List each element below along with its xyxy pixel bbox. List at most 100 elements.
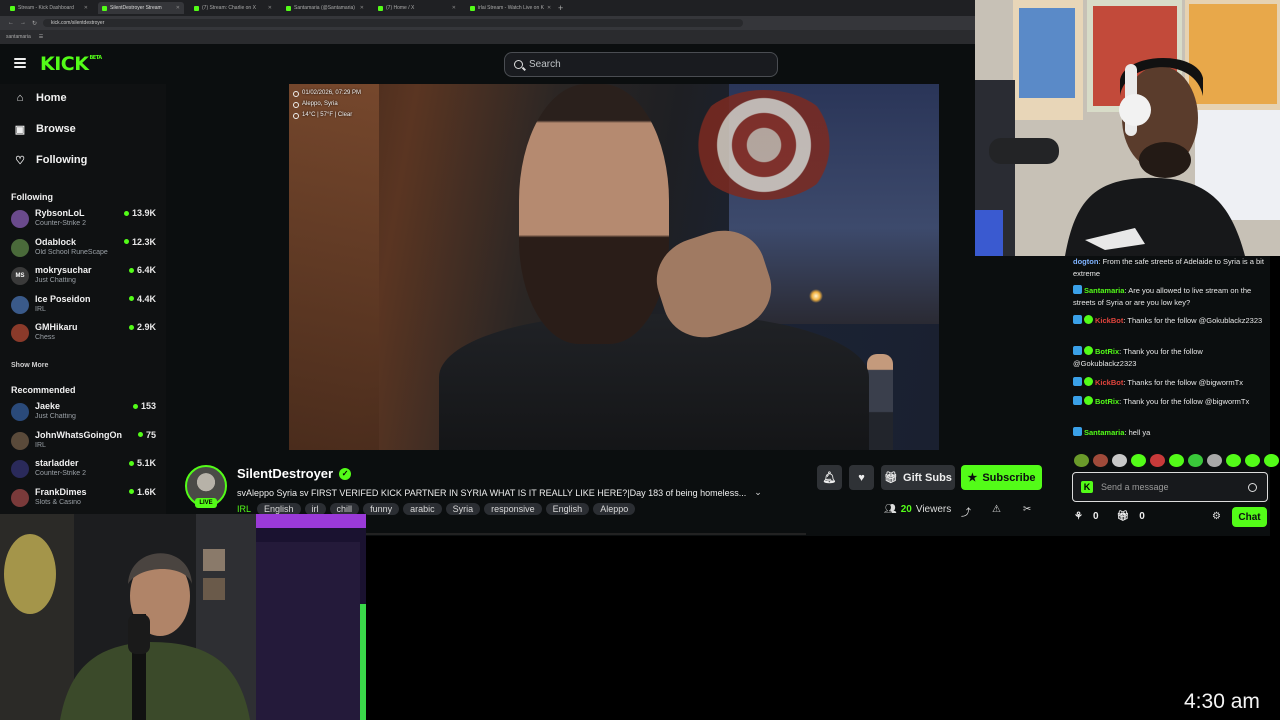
chat-username[interactable]: Santamaria <box>1084 428 1124 437</box>
chat-username[interactable]: BotRix <box>1095 397 1119 406</box>
url-field[interactable]: kick.com/silentdestroyer <box>43 19 744 27</box>
browser-tab[interactable]: Santamaria (@Santamaria) ✕ <box>282 2 368 14</box>
kick-logo[interactable]: KICKBETA <box>40 53 102 75</box>
follow-heart-button[interactable]: ♥ <box>849 465 874 490</box>
stream-tag[interactable]: funny <box>363 503 400 515</box>
new-tab-icon[interactable]: + <box>558 3 563 13</box>
bookmarks-menu-icon[interactable]: ☰ <box>39 34 43 40</box>
sidebar-nav-browse[interactable]: ▣ Browse <box>14 123 76 136</box>
webcam-overlay-right <box>975 0 1280 256</box>
browser-tab[interactable]: Stream - Kick Dashboard ✕ <box>6 2 92 14</box>
chevron-down-icon[interactable]: ⌄ <box>754 487 762 498</box>
search-input[interactable] <box>529 59 759 70</box>
chat-message: dogton: From the safe streets of Adelaid… <box>1073 256 1265 280</box>
forward-icon[interactable]: → <box>20 20 26 26</box>
emote-icon[interactable] <box>1150 454 1165 467</box>
category-link[interactable]: IRL <box>237 504 251 514</box>
stream-tag[interactable]: Syria <box>445 503 481 515</box>
share-icon[interactable]: ⤴ <box>961 504 971 519</box>
close-icon[interactable]: ✕ <box>268 5 272 11</box>
emote-icon[interactable] <box>1245 454 1260 467</box>
gift-subs-button[interactable]: 🎁︎ Gift Subs <box>881 465 955 490</box>
points-icon[interactable]: ⚘ <box>1074 511 1083 522</box>
chat-message-input[interactable] <box>1101 482 1241 492</box>
back-icon[interactable]: ← <box>8 20 14 26</box>
sidebar-nav-following[interactable]: ♡ Following <box>14 154 87 167</box>
emote-icon[interactable] <box>1264 454 1279 467</box>
sidebar-channel[interactable]: RybsonLoL Counter-Strike 2 13.9K <box>11 205 159 231</box>
channel-name: FrankDimes <box>35 486 87 497</box>
chat-text: Thank you for the follow @bigwormTx <box>1123 397 1250 406</box>
subscribe-button[interactable]: ★ Subscribe <box>961 465 1042 490</box>
search-bar[interactable] <box>504 52 778 77</box>
close-icon[interactable]: ✕ <box>547 5 551 11</box>
chat-input-box[interactable]: K <box>1072 472 1268 502</box>
viewer-count-number: 20 <box>900 504 912 515</box>
stream-tag[interactable]: responsive <box>484 503 542 515</box>
stream-tag[interactable]: arabic <box>403 503 442 515</box>
tab-label: (7) Stream: Charlie on X <box>202 5 256 11</box>
browser-tab[interactable]: (7) Stream: Charlie on X ✕ <box>190 2 276 14</box>
chat-message: BotRix: Thank you for the follow @Gokubl… <box>1073 346 1265 370</box>
emoji-icon[interactable] <box>1248 483 1257 492</box>
chat-username[interactable]: Santamaria <box>1084 286 1124 295</box>
viewers-icon: 👥︎ <box>884 504 897 515</box>
following-section-title: Following <box>11 192 53 202</box>
chat-username[interactable]: KickBot <box>1095 378 1123 387</box>
emote-icon[interactable] <box>1093 454 1108 467</box>
sidebar-channel[interactable]: Odablock Old School RuneScape 12.3K <box>11 234 159 260</box>
location-icon <box>293 101 299 108</box>
sidebar-channel[interactable]: FrankDimes Slots & Casino 1.6K <box>11 484 159 510</box>
chat-username[interactable]: KickBot <box>1095 316 1123 325</box>
channel-name-text[interactable]: SilentDestroyer <box>237 466 333 481</box>
stream-tag[interactable]: English <box>545 503 590 515</box>
gear-icon[interactable]: ⚙ <box>1212 511 1221 522</box>
sidebar-channel[interactable]: starladder Counter-Strike 2 5.1K <box>11 455 159 481</box>
sidebar-channel[interactable]: MS mokrysuchar Just Chatting 6.4K <box>11 262 159 288</box>
close-icon[interactable]: ✕ <box>360 5 364 11</box>
close-icon[interactable]: ✕ <box>176 5 180 11</box>
chat-send-button[interactable]: Chat <box>1232 507 1267 527</box>
chat-username[interactable]: BotRix <box>1095 347 1119 356</box>
close-icon[interactable]: ✕ <box>84 5 88 11</box>
report-icon[interactable]: ⚠ <box>992 504 1001 515</box>
channel-category: IRL <box>35 305 46 313</box>
emote-icon[interactable] <box>1169 454 1184 467</box>
sidebar-channel[interactable]: Ice Poseidon IRL 4.4K <box>11 291 159 317</box>
bookmark-item[interactable]: santamaria <box>6 34 31 40</box>
video-player[interactable]: 01/02/2026, 07:29 PM Aleppo, Syria 14°C … <box>289 84 939 450</box>
channel-viewers: 6.4K <box>128 265 156 275</box>
chat-message: BotRix: Thank you for the follow @bigwor… <box>1073 396 1265 408</box>
browser-tab[interactable]: (7) Home / X ✕ <box>374 2 460 14</box>
browser-tab[interactable]: irlai Stream - Watch Live on K ✕ <box>466 2 552 14</box>
channel-name[interactable]: SilentDestroyer ✓ <box>237 466 352 481</box>
sidebar-channel[interactable]: JohnWhatsGoingOn IRL 75 <box>11 427 159 453</box>
chat-message: KickBot: Thanks for the follow @bigwormT… <box>1073 377 1265 389</box>
show-more-link[interactable]: Show More <box>11 362 48 369</box>
verified-badge-icon <box>1084 377 1093 386</box>
tab-favicon-icon <box>194 5 199 11</box>
emote-icon[interactable] <box>1226 454 1241 467</box>
chat-text: Thanks for the follow @bigwormTx <box>1127 378 1243 387</box>
sidebar-channel[interactable]: Jaeke Just Chatting 153 <box>11 398 159 424</box>
notification-bell-button[interactable]: 🔔︎ <box>817 465 842 490</box>
close-icon[interactable]: ✕ <box>452 5 456 11</box>
live-dot-icon <box>137 432 143 437</box>
sidebar-channel[interactable]: GMHikaru Chess 2.9K <box>11 319 159 345</box>
menu-icon[interactable] <box>14 58 26 68</box>
clip-icon[interactable]: ✂ <box>1023 504 1031 515</box>
channel-viewers: 5.1K <box>128 458 156 468</box>
emote-icon[interactable] <box>1188 454 1203 467</box>
stream-tag[interactable]: Aleppo <box>593 503 636 515</box>
reload-icon[interactable]: ↻ <box>32 20 37 27</box>
emote-icon[interactable] <box>1207 454 1222 467</box>
gift-icon[interactable]: 🎁︎ <box>1117 511 1130 522</box>
emote-icon[interactable] <box>1112 454 1127 467</box>
chat-text: hell ya <box>1128 428 1151 437</box>
emote-icon[interactable] <box>1074 454 1089 467</box>
browser-tab[interactable]: SilentDestroyer Stream ✕ <box>98 2 184 14</box>
sidebar-nav-home[interactable]: ⌂ Home <box>14 92 67 104</box>
stream-title: svAleppo Syria sv FIRST VERIFED KICK PAR… <box>237 487 777 498</box>
emote-icon[interactable] <box>1131 454 1146 467</box>
chat-username[interactable]: dogton <box>1073 257 1098 266</box>
